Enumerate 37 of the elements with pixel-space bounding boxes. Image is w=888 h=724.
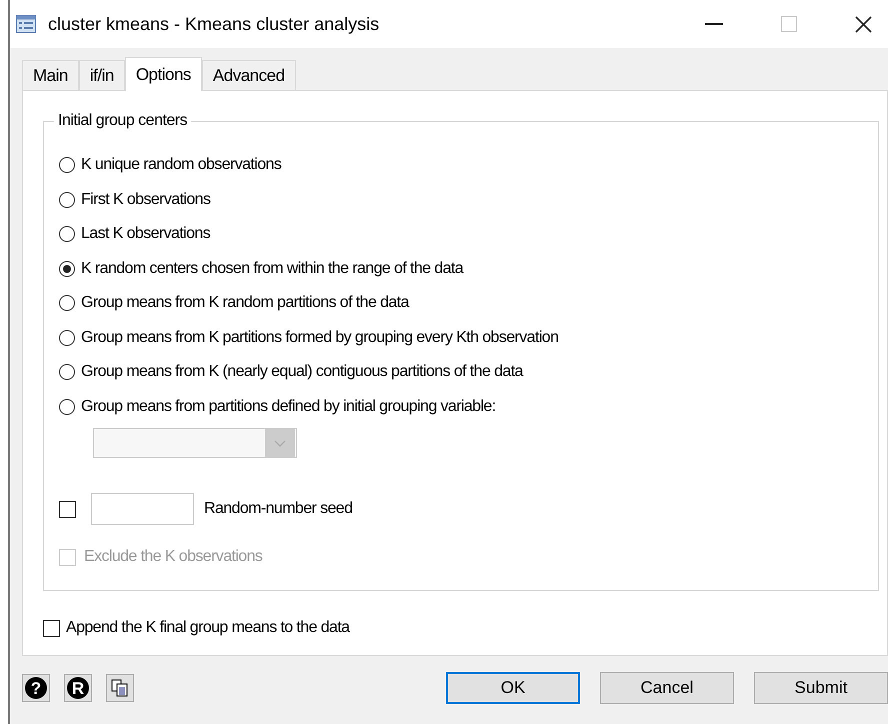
r-button[interactable]: R [64,674,92,702]
radio-label[interactable]: K random centers chosen from within the range of the data [81,260,464,278]
help-button[interactable]: ? [22,674,50,702]
copy-button[interactable] [106,674,134,702]
group-title: Initial group centers [54,112,192,130]
radio-button[interactable] [59,398,75,415]
radio-button[interactable] [59,226,75,242]
radio-label[interactable]: Group means from K random partitions of the data [81,294,409,312]
radio-button[interactable] [59,157,75,174]
tab[interactable]: Advanced [202,60,296,90]
close-icon[interactable] [855,16,872,32]
radio-label[interactable]: Last K observations [81,225,210,244]
radio-button[interactable] [59,192,75,208]
seed-label: Random-number seed [204,500,352,518]
radio-label[interactable]: Group means from K (nearly equal) contiguous partitions of the data [81,363,523,382]
dialog-button[interactable]: Submit [754,672,888,704]
dialog-button[interactable]: OK [446,672,580,704]
checkbox-label[interactable]: Append the K final group means to the data [66,619,350,638]
checkbox[interactable] [43,620,60,637]
radio-button[interactable] [59,295,75,312]
radio-button[interactable] [59,330,75,346]
window-title: cluster kmeans - Kmeans cluster analysis [48,14,380,34]
tab[interactable]: if/in [78,60,125,90]
radio-label[interactable]: K unique random observations [81,156,282,174]
radio-label[interactable]: First K observations [81,190,210,209]
dialog-button[interactable]: Cancel [600,672,734,704]
tab[interactable]: Options [124,57,202,91]
radio-label[interactable]: Group means from K partitions formed by grouping every Kth observation [81,328,558,347]
radio-label[interactable]: Group means from partitions defined by initial grouping variable: [81,398,496,416]
radio-button[interactable] [59,260,75,277]
radio-button[interactable] [59,364,75,380]
seed-input[interactable] [91,493,194,525]
copy-icon [111,679,129,697]
dialog-icon [16,15,36,33]
maximize-icon [781,16,797,32]
tab[interactable]: Main [22,60,79,90]
checkbox[interactable] [59,500,76,518]
